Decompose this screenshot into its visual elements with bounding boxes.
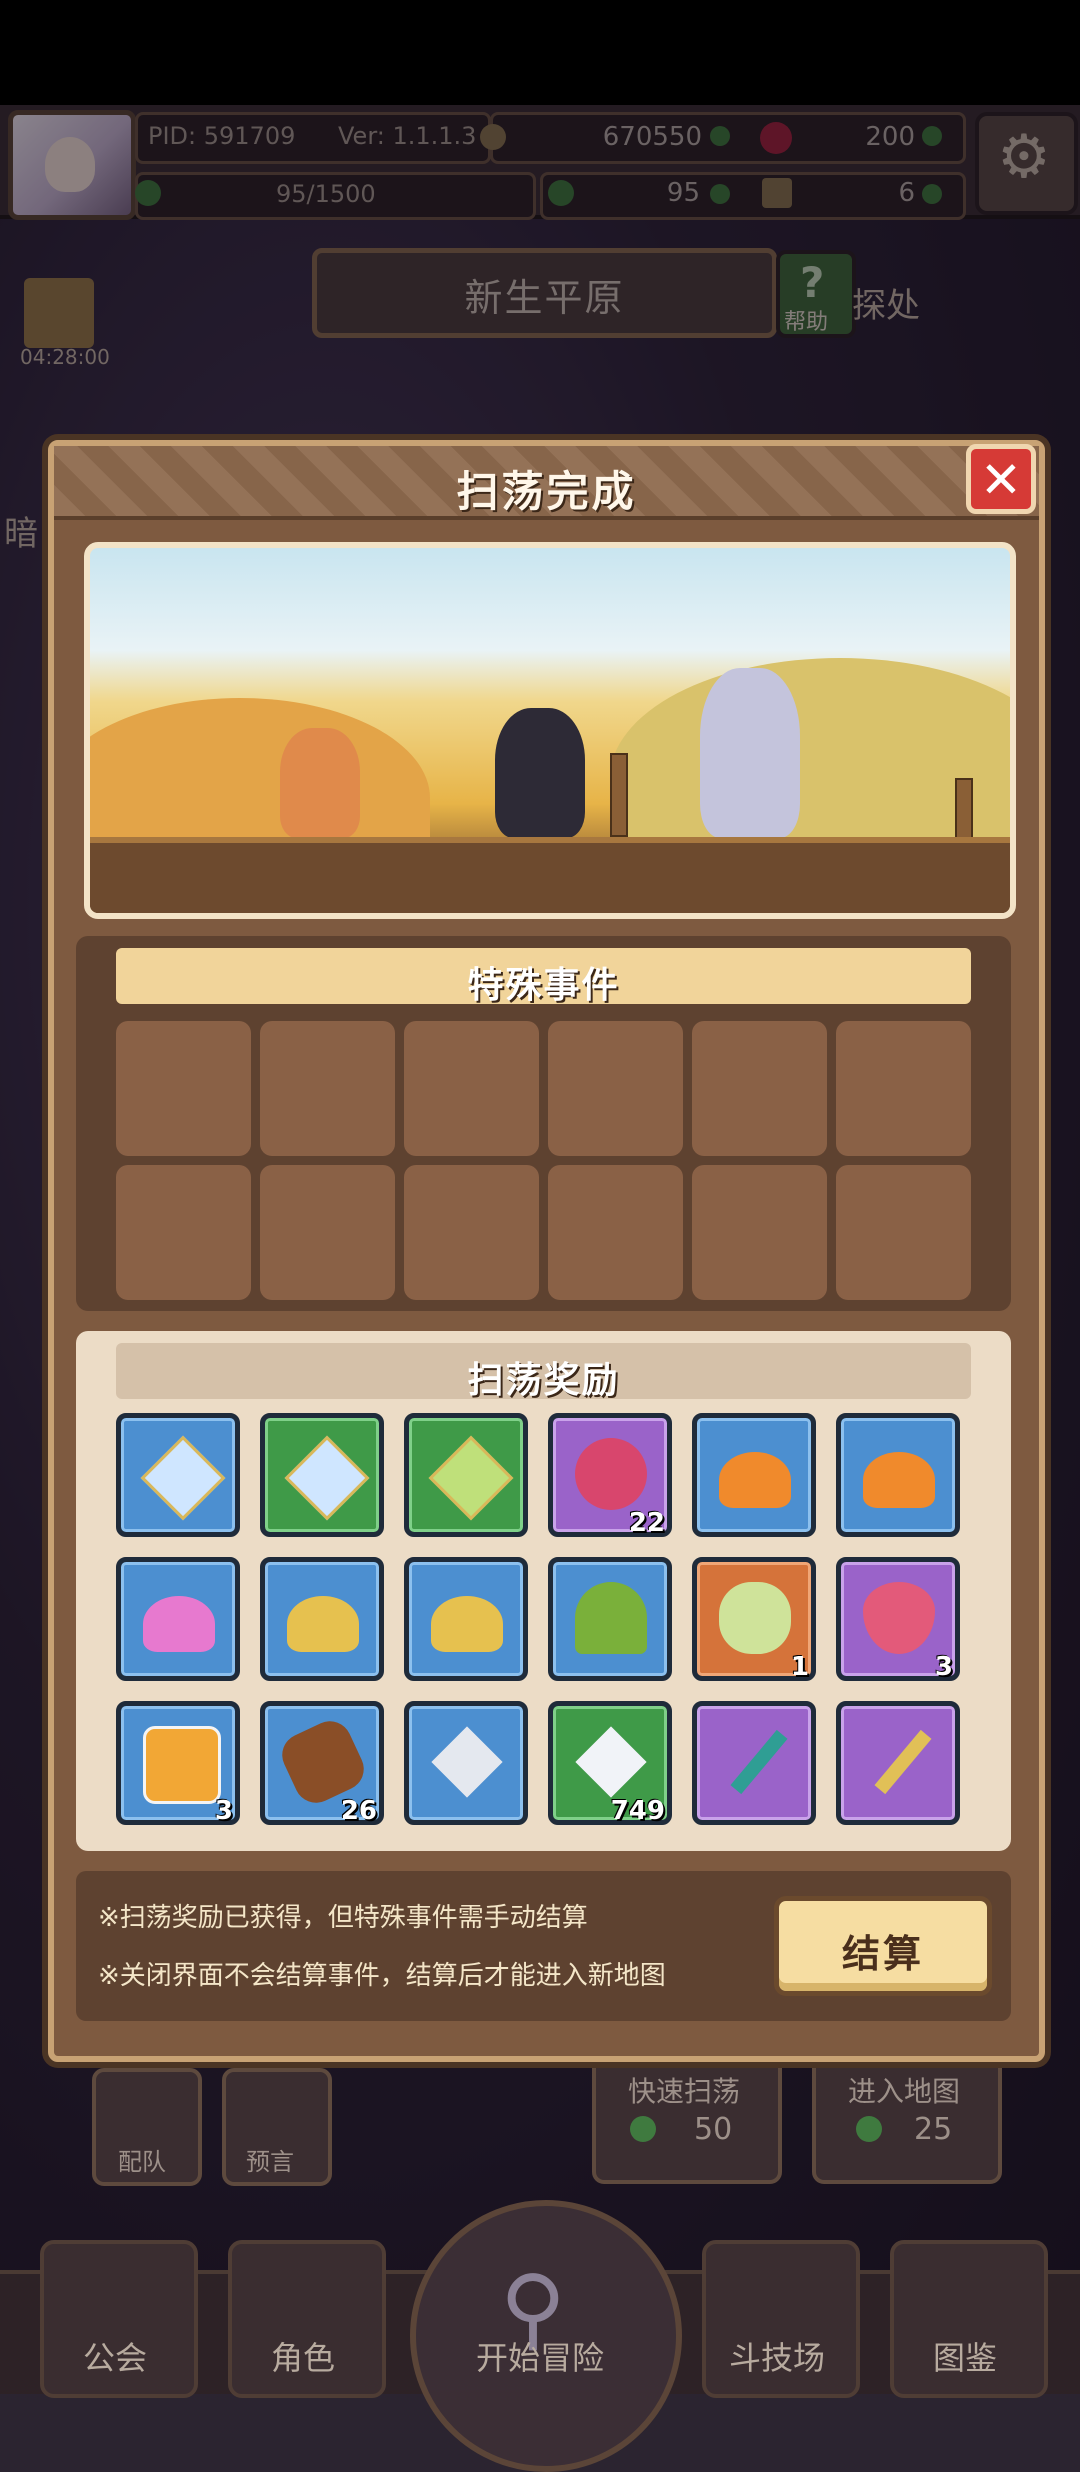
green-crystal-icon — [428, 1435, 514, 1521]
dialog-title: 扫荡完成 — [456, 467, 637, 516]
reward-count: 26 — [340, 1796, 377, 1826]
nav-arena-label: 斗技场 — [728, 2339, 825, 2377]
reward-slot[interactable] — [692, 1413, 816, 1537]
close-icon: ✕ — [980, 451, 1022, 509]
enter-map-label: 进入地图 — [848, 2075, 961, 2108]
special-events-title: 特殊事件 — [467, 965, 620, 1006]
nav-codex-label: 图鉴 — [932, 2339, 997, 2377]
hero-fox-girl — [280, 728, 360, 838]
event-slot — [260, 1165, 395, 1300]
reward-slot[interactable] — [404, 1557, 528, 1681]
quick-sweep-label: 快速扫荡 — [628, 2075, 741, 2108]
settle-button[interactable]: 结算 — [774, 1896, 992, 1996]
reward-slot[interactable] — [404, 1413, 528, 1537]
reward-slot[interactable]: 749 — [548, 1701, 672, 1826]
silver-gem-icon — [431, 1726, 503, 1798]
reward-count: 1 — [790, 1652, 809, 1682]
event-slot — [116, 1165, 251, 1300]
event-slot — [836, 1021, 971, 1156]
yellow-slime-icon — [431, 1596, 503, 1652]
hero-bunny-knight — [700, 668, 800, 838]
reward-slot[interactable] — [692, 1701, 816, 1825]
berry-icon — [575, 1438, 647, 1510]
potion-jar-icon — [143, 1726, 221, 1804]
nav-guild-label: 公会 — [82, 2339, 147, 2377]
strawberry-icon — [863, 1582, 935, 1654]
prophecy-label: 预言 — [246, 2148, 294, 2176]
reward-slot[interactable]: 3 — [836, 1557, 960, 1682]
blue-crystal-icon — [140, 1435, 226, 1521]
yellow-slime-icon — [287, 1596, 359, 1652]
reward-count: 3 — [214, 1796, 233, 1826]
reward-slot[interactable]: 1 — [692, 1557, 816, 1682]
quick-sweep-cost: 50 — [694, 2112, 733, 2147]
rewards-header: 扫荡奖励 — [116, 1343, 971, 1401]
sweep-rewards-panel: 扫荡奖励 22 1 3 3 26 749 — [76, 1331, 1011, 1851]
reward-count: 749 — [610, 1796, 665, 1826]
rewards-title: 扫荡奖励 — [467, 1360, 620, 1401]
pink-slime-icon — [143, 1596, 215, 1652]
diamond-icon — [575, 1726, 647, 1798]
event-slot — [692, 1165, 827, 1300]
flower-wand-icon — [874, 1729, 932, 1795]
reward-count: 3 — [934, 1652, 953, 1682]
sleeping-slime-icon — [719, 1452, 791, 1508]
event-slot — [260, 1021, 395, 1156]
reward-slot[interactable] — [260, 1557, 384, 1681]
enter-map-cost: 25 — [914, 2112, 953, 2147]
event-slot — [548, 1165, 683, 1300]
settle-label: 结算 — [841, 1932, 924, 1976]
status-bar — [0, 0, 1080, 105]
event-slot — [836, 1165, 971, 1300]
event-slot — [404, 1165, 539, 1300]
reward-count: 22 — [628, 1508, 665, 1538]
fence-post — [610, 753, 628, 837]
special-events-panel: 特殊事件 — [76, 936, 1011, 1311]
reward-slot[interactable] — [116, 1413, 240, 1537]
clover-icon — [856, 2116, 882, 2142]
sleeping-slime-icon — [863, 1452, 935, 1508]
sprout-icon — [575, 1582, 647, 1654]
blue-crystal-icon — [284, 1435, 370, 1521]
event-slot — [548, 1021, 683, 1156]
nav-character-label: 角色 — [270, 2339, 335, 2377]
nav-start-label: 开始冒险 — [475, 2339, 604, 2377]
reward-slot[interactable] — [404, 1701, 528, 1825]
event-slot — [116, 1021, 251, 1156]
reward-slot[interactable] — [116, 1557, 240, 1681]
reward-slot[interactable] — [836, 1701, 960, 1825]
event-slot — [692, 1021, 827, 1156]
reward-slot[interactable] — [548, 1557, 672, 1681]
special-events-header: 特殊事件 — [116, 948, 971, 1006]
reward-slot[interactable] — [836, 1413, 960, 1537]
hero-dark-haired-girl — [495, 708, 585, 838]
close-button[interactable]: ✕ — [966, 444, 1036, 514]
sweep-complete-dialog: 扫荡完成 ✕ 特殊事件 扫荡奖励 22 1 3 3 26 749 ※扫荡奖励已获… — [48, 440, 1045, 2062]
battle-scene-image — [84, 542, 1016, 919]
reward-slot[interactable]: 22 — [548, 1413, 672, 1538]
note-rewards-obtained: ※扫荡奖励已获得，但特殊事件需手动结算 — [98, 1903, 588, 1933]
reward-slot[interactable] — [260, 1413, 384, 1537]
scene-ground — [90, 837, 1010, 913]
team-label: 配队 — [118, 2148, 166, 2176]
cabbage-icon — [719, 1582, 791, 1654]
note-close-warning: ※关闭界面不会结算事件，结算后才能进入新地图 — [98, 1961, 666, 1991]
reward-slot[interactable]: 3 — [116, 1701, 240, 1826]
teal-staff-icon — [730, 1729, 788, 1795]
reward-slot[interactable]: 26 — [260, 1701, 384, 1826]
event-slot — [404, 1021, 539, 1156]
clover-icon — [630, 2116, 656, 2142]
